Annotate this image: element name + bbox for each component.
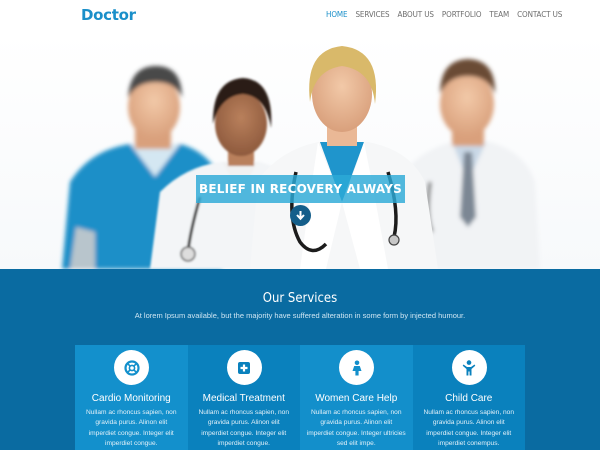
hero-banner-text: BELIEF IN RECOVERY ALWAYS (199, 182, 402, 196)
service-card-title: Medical Treatment (202, 393, 285, 404)
hero-banner: BELIEF IN RECOVERY ALWAYS (196, 175, 405, 203)
arrow-down-circle-icon[interactable] (290, 205, 311, 226)
service-card-cardio[interactable]: Cardio Monitoring Nullam ac rhoncus sapi… (75, 345, 188, 450)
services-section: Our Services At lorem Ipsum available, b… (0, 269, 600, 450)
page: Doctor HOME SERVICES ABOUT US PORTFOLIO … (0, 0, 600, 450)
service-card-text: Nullam ac rhoncus sapien, non gravida pu… (198, 409, 290, 447)
lifebuoy-icon (114, 350, 149, 385)
services-title: Our Services (262, 291, 338, 306)
service-card-text: Nullam ac rhoncus sapien, non gravida pu… (423, 409, 515, 447)
nav-item-portfolio[interactable]: PORTFOLIO (442, 10, 482, 19)
service-card-title: Cardio Monitoring (91, 393, 171, 404)
services-subtitle: At lorem Ipsum available, but the majori… (134, 311, 466, 320)
nav-item-team[interactable]: TEAM (489, 10, 509, 19)
nav-item-services[interactable]: SERVICES (355, 10, 389, 19)
services-cards: Cardio Monitoring Nullam ac rhoncus sapi… (75, 345, 525, 450)
medical-plus-icon (226, 350, 262, 385)
site-header: Doctor HOME SERVICES ABOUT US PORTFOLIO … (0, 0, 600, 32)
site-logo[interactable]: Doctor (81, 6, 136, 24)
nav-item-about-us[interactable]: ABOUT US (398, 10, 434, 19)
service-card-title: Women Care Help (315, 393, 398, 404)
hero-section: BELIEF IN RECOVERY ALWAYS (0, 32, 600, 269)
service-card-text: Nullam ac rhoncus sapien, non gravida pu… (85, 409, 177, 447)
doctors-team-photo (62, 46, 540, 269)
main-nav: HOME SERVICES ABOUT US PORTFOLIO TEAM CO… (326, 10, 570, 19)
nav-item-contact-us[interactable]: CONTACT US (517, 10, 562, 19)
service-card-title: Child Care (445, 393, 493, 404)
service-card-text: Nullam ac rhoncus sapien, non gravida pu… (306, 409, 406, 447)
nav-item-home[interactable]: HOME (326, 10, 348, 19)
service-card-women[interactable]: Women Care Help Nullam ac rhoncus sapien… (300, 345, 413, 450)
service-card-child[interactable]: Child Care Nullam ac rhoncus sapien, non… (412, 345, 525, 450)
woman-icon (339, 350, 374, 385)
service-card-medical[interactable]: Medical Treatment Nullam ac rhoncus sapi… (187, 345, 300, 450)
child-icon (451, 350, 487, 385)
